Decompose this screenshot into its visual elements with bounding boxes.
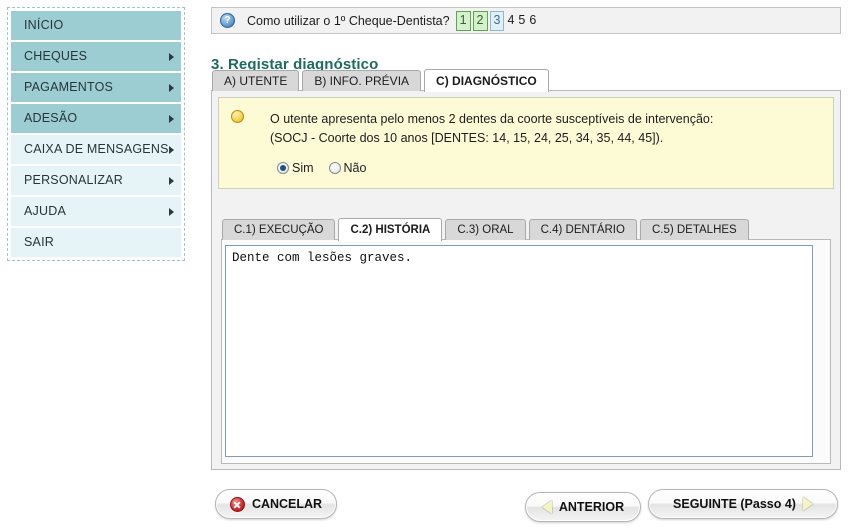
sub-tab-bar: C.1) EXECUÇÃO C.2) HISTÓRIA C.3) ORAL C.4) …	[222, 218, 752, 241]
condition-box: O utente apresenta pelo menos 2 dentes d…	[218, 97, 834, 189]
sidebar-item-label: CHEQUES	[24, 49, 88, 63]
help-bar: ? Como utilizar o 1º Cheque-Dentista? 12…	[211, 7, 841, 34]
subtab-c5[interactable]: C.5) DETALHES	[639, 219, 749, 240]
amber-bullet-icon	[231, 110, 244, 123]
chevron-right-icon	[169, 145, 174, 154]
chevron-right-icon	[169, 176, 174, 185]
previous-button[interactable]: ANTERIOR	[525, 492, 641, 522]
radio-sim-label: Sim	[292, 161, 314, 175]
triangle-right-icon	[802, 497, 813, 511]
radio-não-label: Não	[343, 161, 367, 175]
chevron-right-icon	[169, 52, 174, 61]
tab-b[interactable]: B) INFO. PRÉVIA	[302, 70, 422, 91]
sidebar-item-caixa-de-mensagens[interactable]: CAIXA DE MENSAGENS	[11, 135, 181, 164]
tab-c[interactable]: C) DIAGNÓSTICO	[424, 69, 549, 92]
radio-option-sim[interactable]: Sim	[277, 161, 314, 175]
step-4[interactable]: 4	[506, 12, 515, 29]
subtab-c2[interactable]: C.2) HISTÓRIA	[338, 218, 443, 241]
cancel-button[interactable]: CANCELAR	[215, 489, 337, 519]
history-textarea[interactable]	[225, 245, 813, 457]
tab-a[interactable]: A) UTENTE	[212, 70, 300, 91]
sidebar-item-label: CAIXA DE MENSAGENS	[24, 142, 169, 156]
help-bar-text: Como utilizar o 1º Cheque-Dentista?	[247, 13, 450, 28]
condition-line-1: O utente apresenta pelo menos 2 dentes d…	[270, 112, 714, 126]
radio-option-não[interactable]: Não	[328, 161, 367, 175]
sidebar-item-label: PAGAMENTOS	[24, 80, 114, 94]
sidebar-item-cheques[interactable]: CHEQUES	[11, 42, 181, 71]
chevron-right-icon	[169, 83, 174, 92]
sidebar-item-label: PERSONALIZAR	[24, 173, 123, 187]
help-question-icon[interactable]: ?	[220, 13, 235, 28]
step-6[interactable]: 6	[528, 12, 537, 29]
radio-sim-input[interactable]	[277, 162, 289, 174]
sidebar-item-personalizar[interactable]: PERSONALIZAR	[11, 166, 181, 195]
sidebar-item-ajuda[interactable]: AJUDA	[11, 197, 181, 226]
sidebar-item-sair[interactable]: SAIR	[11, 228, 181, 257]
next-button-label: SEGUINTE (Passo 4)	[673, 497, 796, 511]
sidebar-nav: INÍCIO CHEQUES PAGAMENTOS ADESÃO CAIXA DE ME…	[7, 7, 185, 261]
triangle-left-icon	[541, 500, 552, 514]
next-button[interactable]: SEGUINTE (Passo 4)	[648, 489, 838, 519]
sidebar-item-in-cio[interactable]: INÍCIO	[11, 11, 181, 40]
previous-button-label: ANTERIOR	[558, 500, 625, 514]
condition-line-2: (SOCJ - Coorte dos 10 anos [DENTES: 14, …	[270, 131, 664, 145]
cancel-button-label: CANCELAR	[251, 497, 323, 511]
main-tab-bar: A) UTENTE B) INFO. PRÉVIA C) DIAGNÓSTICO	[212, 69, 552, 92]
sidebar-item-label: ADESÃO	[24, 111, 78, 125]
step-3[interactable]: 3	[489, 10, 505, 31]
step-indicator: 123456	[455, 10, 538, 31]
step-1[interactable]: 1	[455, 10, 471, 31]
chevron-right-icon	[169, 114, 174, 123]
sidebar-item-label: INÍCIO	[24, 18, 64, 32]
chevron-right-icon	[169, 207, 174, 216]
sidebar-item-label: SAIR	[24, 235, 54, 249]
sidebar-item-ades-o[interactable]: ADESÃO	[11, 104, 181, 133]
sidebar-item-label: AJUDA	[24, 204, 66, 218]
subtab-c1[interactable]: C.1) EXECUÇÃO	[222, 219, 336, 240]
condition-radio-group: Sim Não	[277, 161, 375, 175]
condition-text: O utente apresenta pelo menos 2 dentes d…	[270, 110, 820, 148]
subtab-c4[interactable]: C.4) DENTÁRIO	[528, 219, 637, 240]
step-5[interactable]: 5	[517, 12, 526, 29]
sidebar-item-pagamentos[interactable]: PAGAMENTOS	[11, 73, 181, 102]
step-2[interactable]: 2	[472, 10, 488, 31]
radio-não-input[interactable]	[328, 162, 341, 174]
subtab-c3[interactable]: C.3) ORAL	[445, 219, 526, 240]
cancel-x-icon	[229, 496, 245, 512]
